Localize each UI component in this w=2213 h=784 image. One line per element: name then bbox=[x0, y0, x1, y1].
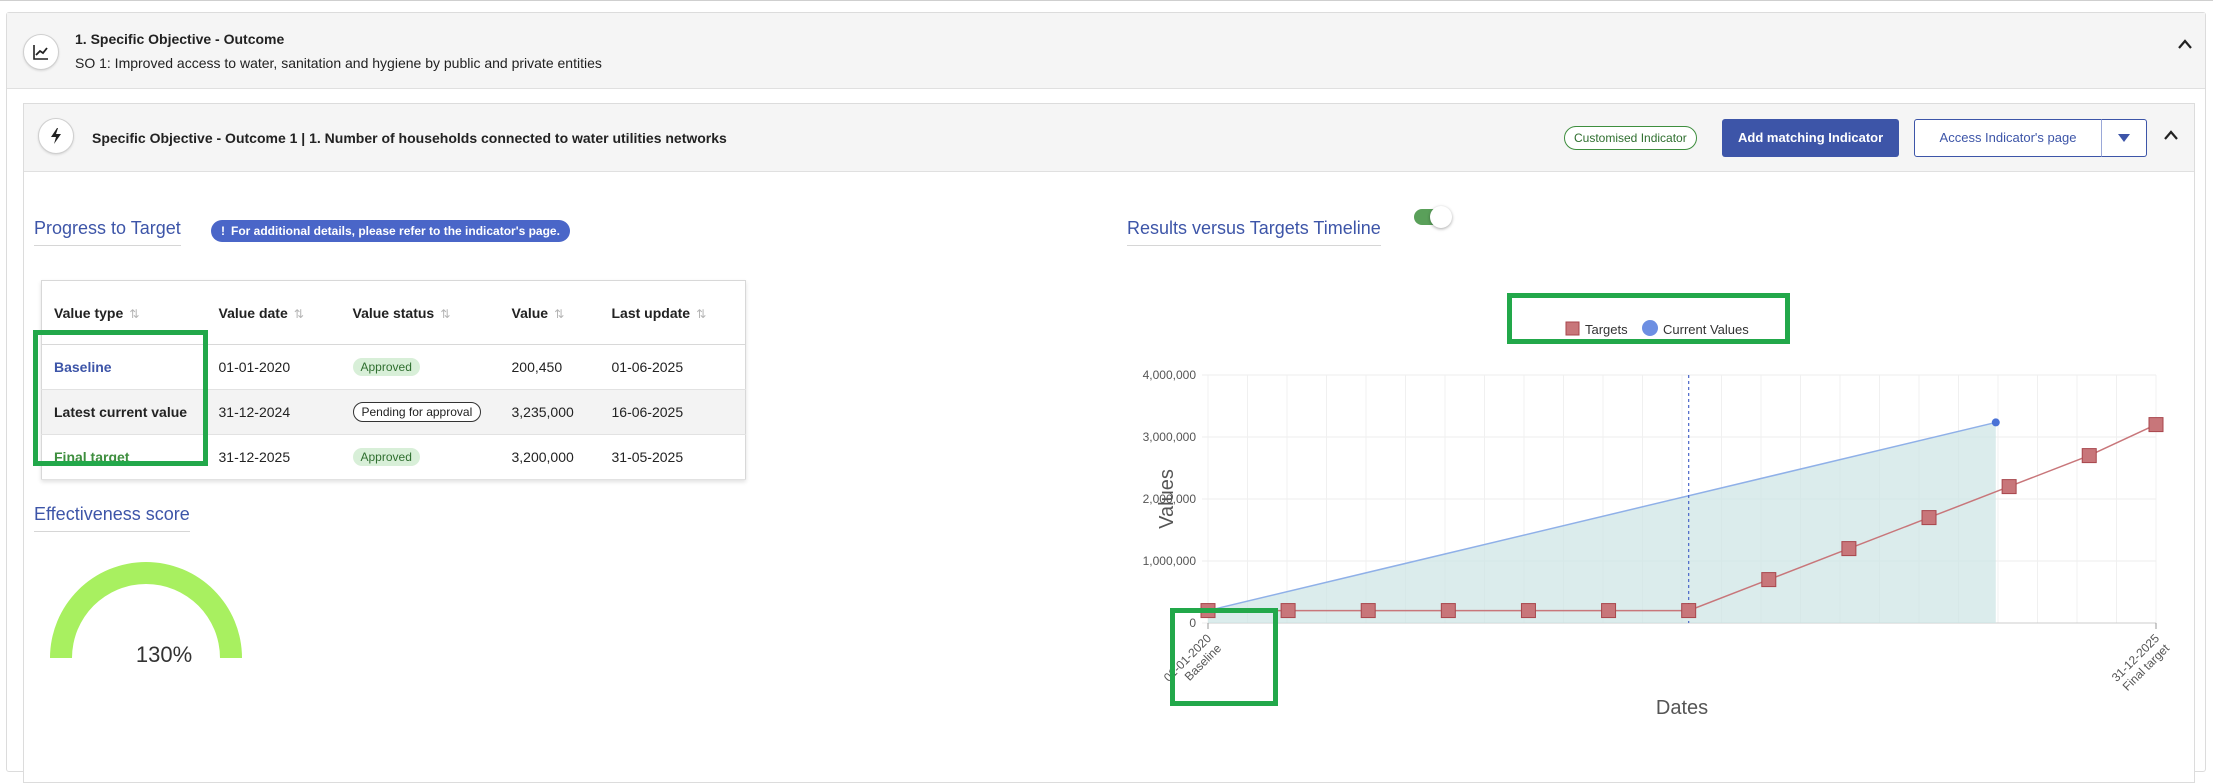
trend-chart-icon bbox=[23, 34, 59, 70]
target-point bbox=[1921, 510, 1937, 526]
top-border bbox=[0, 0, 2213, 4]
timeline-chart: 01,000,0002,000,0003,000,0004,000,00001-… bbox=[1143, 320, 2173, 719]
highlight-legend bbox=[1507, 293, 1790, 344]
collapse-objective-icon[interactable] bbox=[2177, 37, 2193, 55]
target-point bbox=[1280, 603, 1296, 619]
highlight-baseline-tick bbox=[1170, 608, 1278, 706]
target-point bbox=[2148, 417, 2164, 433]
highlight-value-types bbox=[33, 330, 208, 466]
x-axis-title: Dates bbox=[1656, 697, 1708, 719]
target-point bbox=[1761, 572, 1777, 588]
current-value-point bbox=[1991, 418, 2000, 427]
target-point bbox=[1520, 603, 1536, 619]
y-tick-label: 4,000,000 bbox=[1143, 368, 1197, 382]
target-point bbox=[1841, 541, 1857, 557]
objective-panel: 1. Specific Objective - Outcome SO 1: Im… bbox=[6, 12, 2206, 783]
objective-header[interactable]: 1. Specific Objective - Outcome SO 1: Im… bbox=[7, 13, 2205, 89]
target-point bbox=[2001, 479, 2017, 495]
target-point bbox=[1360, 603, 1376, 619]
indicator-panel: Specific Objective - Outcome 1 | 1. Numb… bbox=[23, 103, 2195, 783]
target-point bbox=[1601, 603, 1617, 619]
target-point bbox=[1440, 603, 1456, 619]
objective-subtitle: SO 1: Improved access to water, sanitati… bbox=[75, 55, 602, 71]
objective-title: 1. Specific Objective - Outcome bbox=[75, 31, 285, 47]
y-tick-label: 3,000,000 bbox=[1143, 430, 1197, 444]
y-axis-title: Values bbox=[1156, 469, 1178, 529]
target-point bbox=[1681, 603, 1697, 619]
target-point bbox=[2081, 448, 2097, 464]
y-tick-label: 1,000,000 bbox=[1143, 554, 1197, 568]
